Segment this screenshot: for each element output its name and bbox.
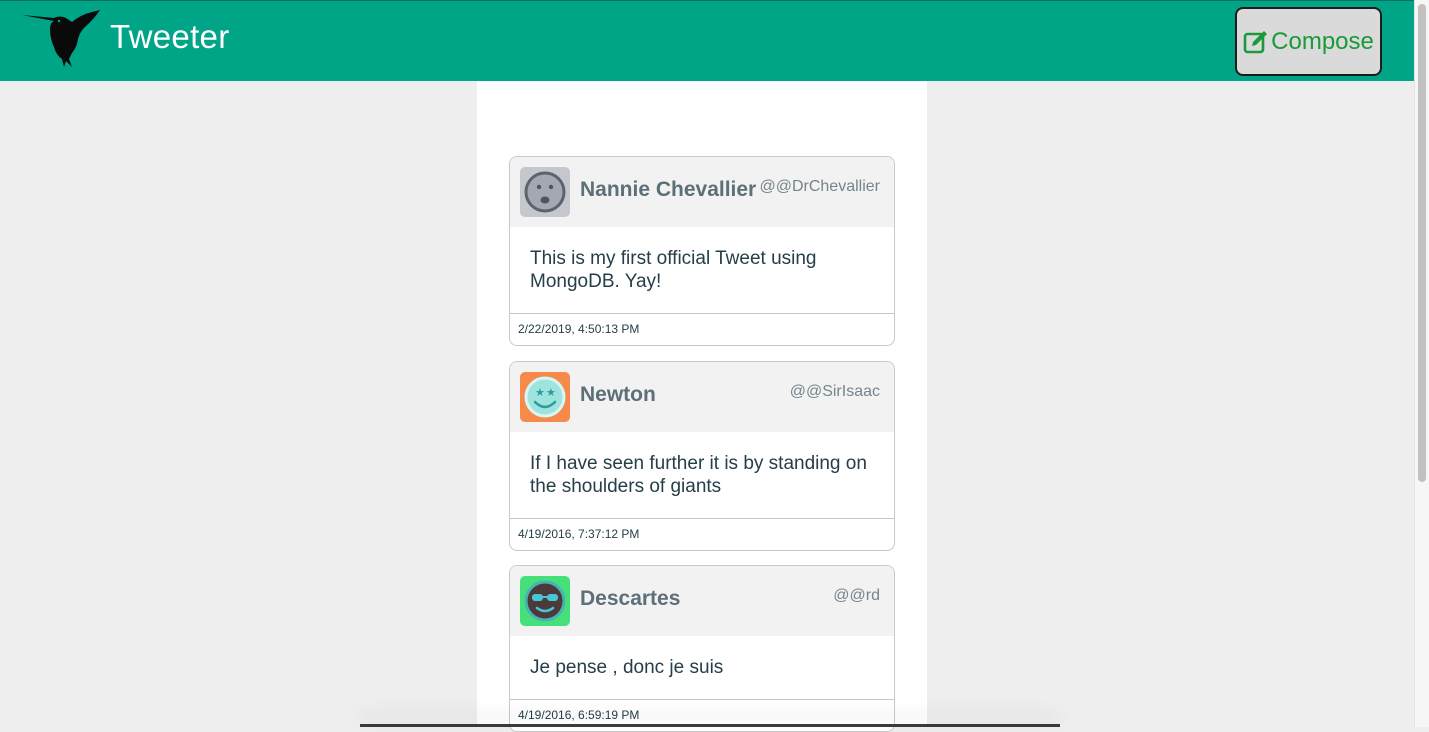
tweet-header: Nannie Chevallier @@DrChevallier xyxy=(510,157,894,227)
tweet-author-handle[interactable]: @@rd xyxy=(833,587,880,605)
tweet-text: This is my first official Tweet using Mo… xyxy=(530,248,817,292)
tweet-card: Nannie Chevallier @@DrChevallier This is… xyxy=(509,156,895,346)
top-navbar: Tweeter Compose xyxy=(0,0,1414,81)
brand[interactable]: Tweeter xyxy=(20,9,230,69)
tweet-timestamp: 4/19/2016, 7:37:12 PM xyxy=(510,518,894,550)
edit-square-icon xyxy=(1243,30,1268,53)
tweet-author-handle[interactable]: @@DrChevallier xyxy=(759,178,880,196)
tweet-text: If I have seen further it is by standing… xyxy=(530,453,867,497)
page-scrollbar[interactable] xyxy=(1414,0,1429,727)
avatar[interactable]: ★ ★ xyxy=(520,372,570,422)
tweet-author-handle[interactable]: @@SirIsaac xyxy=(790,383,880,401)
compose-label: Compose xyxy=(1271,27,1374,55)
star-eyes-face-avatar-icon: ★ ★ xyxy=(520,372,570,422)
avatar[interactable] xyxy=(520,576,570,626)
svg-text:★: ★ xyxy=(546,386,556,399)
surprised-face-avatar-icon xyxy=(520,167,570,217)
tweet-text: Je pense , donc je suis xyxy=(530,657,724,678)
avatar[interactable] xyxy=(520,167,570,217)
tweet-timestamp: 2/22/2019, 4:50:13 PM xyxy=(510,313,894,345)
app-title: Tweeter xyxy=(110,18,230,55)
compose-button[interactable]: Compose xyxy=(1235,7,1382,76)
sunglasses-face-avatar-icon xyxy=(520,576,570,626)
tweet-card: Descartes @@rd Je pense , donc je suis 4… xyxy=(509,565,895,732)
tweet-header: ★ ★ Newton @@SirIsaac xyxy=(510,362,894,432)
tweet-author-name[interactable]: Newton xyxy=(580,383,656,407)
tweet-feed: Nannie Chevallier @@DrChevallier This is… xyxy=(477,81,927,732)
tweet-author-name[interactable]: Descartes xyxy=(580,587,680,611)
tweet-header: Descartes @@rd xyxy=(510,566,894,636)
svg-text:★: ★ xyxy=(535,386,545,399)
tweet-card: ★ ★ Newton @@SirIsaac If I have seen fur… xyxy=(509,361,895,551)
scrollbar-thumb[interactable] xyxy=(1418,4,1426,482)
tweet-author-name[interactable]: Nannie Chevallier xyxy=(580,178,756,202)
hummingbird-icon xyxy=(22,10,100,67)
